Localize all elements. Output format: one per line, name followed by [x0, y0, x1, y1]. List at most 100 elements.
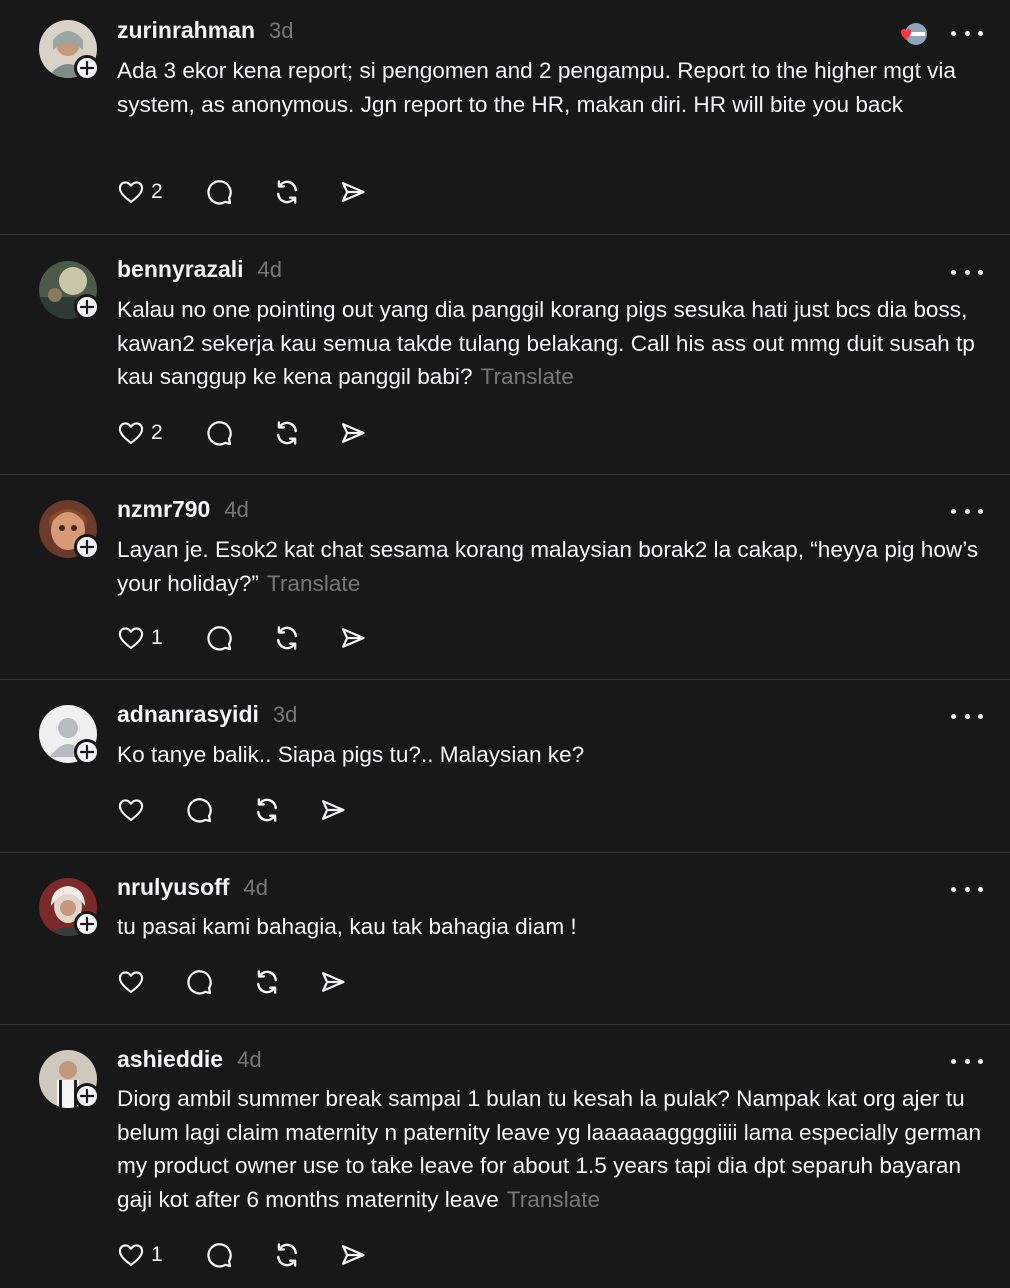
send-icon: [321, 972, 345, 992]
more-options-icon[interactable]: [951, 879, 983, 899]
post-text: Diorg ambil summer break sampai 1 bulan …: [117, 1082, 987, 1216]
heart-icon: [118, 799, 144, 821]
reply-post: bennyrazali 4d Kalau no one pointing out…: [0, 235, 1010, 475]
send-icon: [341, 1245, 365, 1265]
repost-button[interactable]: [272, 1240, 339, 1270]
post-body: Ada 3 ekor kena report; si pengomen and …: [117, 58, 957, 117]
translate-link[interactable]: Translate: [481, 364, 574, 389]
post-text: Layan je. Esok2 kat chat sesama korang m…: [117, 533, 987, 600]
repost-icon: [257, 798, 277, 822]
follow-button[interactable]: [74, 534, 100, 560]
like-count: 2: [151, 180, 163, 203]
like-button[interactable]: 1: [117, 1241, 205, 1269]
action-bar: 2: [117, 418, 367, 448]
follow-button[interactable]: [74, 739, 100, 765]
repost-button[interactable]: [272, 623, 339, 653]
timestamp: 3d: [269, 18, 294, 43]
more-options-icon[interactable]: [951, 262, 983, 282]
comment-icon: [207, 626, 232, 651]
action-bar: [117, 967, 347, 997]
repost-button[interactable]: [252, 967, 319, 997]
translate-link[interactable]: Translate: [267, 571, 360, 596]
like-button[interactable]: [117, 968, 185, 996]
reply-button[interactable]: [205, 419, 272, 447]
reply-button[interactable]: [205, 178, 272, 206]
username[interactable]: adnanrasyidi: [117, 701, 259, 728]
repost-icon: [277, 626, 297, 650]
like-button[interactable]: 2: [117, 419, 205, 447]
follow-button[interactable]: [74, 55, 100, 81]
send-icon: [341, 182, 365, 202]
repost-button[interactable]: [272, 418, 339, 448]
repost-button[interactable]: [252, 795, 319, 825]
timestamp: 4d: [224, 497, 249, 522]
action-bar: 1: [117, 623, 367, 653]
reply-post: nrulyusoff 4d tu pasai kami bahagia, kau…: [0, 853, 1010, 1025]
post-header: zurinrahman 3d: [117, 17, 294, 44]
post-header: bennyrazali 4d: [117, 256, 282, 283]
follow-button[interactable]: [74, 1083, 100, 1109]
action-bar: 2: [117, 177, 367, 207]
translate-link[interactable]: Translate: [507, 1187, 600, 1212]
reply-button[interactable]: [185, 968, 252, 996]
like-button[interactable]: 1: [117, 624, 205, 652]
post-text: tu pasai kami bahagia, kau tak bahagia d…: [117, 910, 987, 944]
more-options-icon[interactable]: [951, 501, 983, 521]
like-button[interactable]: 2: [117, 178, 205, 206]
repost-icon: [277, 1243, 297, 1267]
like-count: 2: [151, 421, 163, 444]
comment-icon: [207, 1243, 232, 1268]
share-button[interactable]: [339, 419, 367, 447]
plus-icon: [80, 745, 94, 759]
post-text: Ko tanye balik.. Siapa pigs tu?.. Malays…: [117, 738, 987, 772]
username[interactable]: zurinrahman: [117, 17, 255, 44]
post-header: ashieddie 4d: [117, 1046, 262, 1073]
like-button[interactable]: [117, 796, 185, 824]
post-text: Kalau no one pointing out yang dia pangg…: [117, 293, 987, 394]
more-options-icon[interactable]: [951, 1051, 983, 1071]
comment-icon: [207, 421, 232, 446]
heart-icon: [118, 422, 144, 444]
share-button[interactable]: [319, 968, 347, 996]
username[interactable]: nrulyusoff: [117, 874, 229, 901]
like-count: 1: [151, 626, 163, 649]
repost-button[interactable]: [272, 177, 339, 207]
timestamp: 3d: [272, 702, 298, 727]
post-header: nzmr790 4d: [117, 496, 249, 523]
more-options-icon[interactable]: [951, 23, 983, 43]
reply-post: ashieddie 4d Diorg ambil summer break sa…: [0, 1025, 1010, 1288]
reply-post: nzmr790 4d Layan je. Esok2 kat chat sesa…: [0, 475, 1010, 680]
timestamp: 4d: [237, 1047, 262, 1072]
liked-by-author-avatar: [898, 20, 928, 50]
comment-icon: [187, 798, 212, 823]
share-button[interactable]: [339, 178, 367, 206]
plus-icon: [80, 61, 94, 75]
send-icon: [341, 423, 365, 443]
timestamp: 4d: [243, 875, 268, 900]
post-body: Ko tanye balik.. Siapa pigs tu?.. Malays…: [117, 742, 585, 767]
follow-button[interactable]: [74, 911, 100, 937]
plus-icon: [80, 540, 94, 554]
plus-icon: [80, 300, 94, 314]
username[interactable]: nzmr790: [117, 496, 210, 523]
comment-icon: [187, 970, 212, 995]
share-button[interactable]: [339, 624, 367, 652]
share-button[interactable]: [339, 1241, 367, 1269]
plus-icon: [80, 917, 94, 931]
reply-button[interactable]: [205, 1241, 272, 1269]
reply-button[interactable]: [205, 624, 272, 652]
like-count: 1: [151, 1243, 163, 1266]
replies-feed: zurinrahman 3d Ada 3 ekor kena report; s…: [0, 0, 1010, 1288]
action-bar: 1: [117, 1240, 367, 1270]
share-button[interactable]: [319, 796, 347, 824]
timestamp: 4d: [257, 257, 283, 282]
follow-button[interactable]: [74, 294, 100, 320]
more-options-icon[interactable]: [951, 706, 983, 726]
heart-icon: [118, 627, 144, 649]
plus-icon: [80, 1089, 94, 1103]
username[interactable]: bennyrazali: [117, 256, 244, 283]
username[interactable]: ashieddie: [117, 1046, 223, 1073]
post-header: nrulyusoff 4d: [117, 874, 268, 901]
reply-button[interactable]: [185, 796, 252, 824]
repost-icon: [277, 421, 297, 445]
